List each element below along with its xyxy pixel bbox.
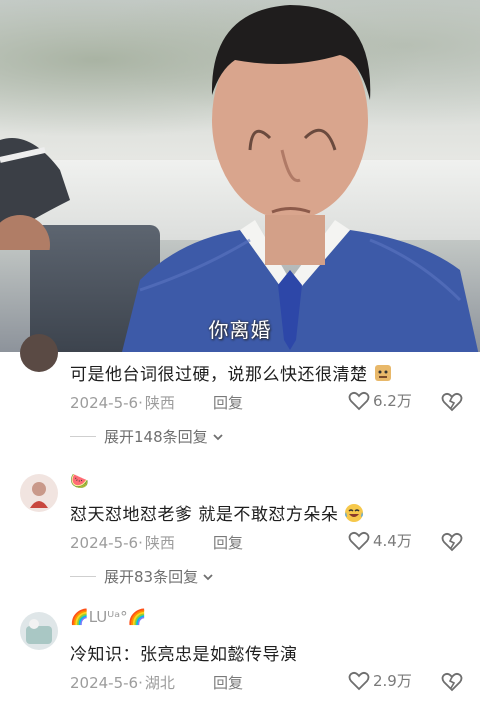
divider-line <box>70 436 96 437</box>
divider-line <box>70 576 96 577</box>
comment-location: 陕西 <box>144 394 175 412</box>
comment-date: 2024-5-6 <box>70 394 139 412</box>
expand-replies-button[interactable]: 展开83条回复 <box>70 566 215 587</box>
comment-item: 🌈LUᵁᵃ°🌈 冷知识：张亮忠是如懿传导演 2024-5-6· 湖北 回复 2.9… <box>0 608 480 704</box>
reply-button[interactable]: 回复 <box>213 532 243 553</box>
like-count: 6.2万 <box>373 392 412 410</box>
comment-text: 怼天怼地怼老爹 就是不敢怼方朵朵 <box>70 500 364 525</box>
cap-figure <box>0 138 70 250</box>
like-button[interactable]: 2.9万 <box>348 670 412 691</box>
chevron-down-icon <box>203 573 213 580</box>
video-subtitle: 你离婚 <box>208 318 272 342</box>
avatar[interactable] <box>20 474 58 512</box>
broken-heart-icon[interactable] <box>441 672 463 692</box>
comment-text: 可是他台词很过硬，说那么快还很清楚 <box>70 360 393 385</box>
comment-meta: 2024-5-6· 陕西 <box>70 394 175 412</box>
like-count: 2.9万 <box>373 672 412 690</box>
comment-meta: 2024-5-6· 陕西 <box>70 534 175 552</box>
video-frame[interactable]: 你离婚 <box>0 0 480 352</box>
heart-icon <box>348 671 370 690</box>
username-text: LUᵁᵃ° <box>88 608 128 626</box>
comment-text: 冷知识：张亮忠是如懿传导演 <box>70 645 298 665</box>
doge-emoji-icon <box>375 365 392 381</box>
avatar-illustration <box>26 619 52 644</box>
avatar-illustration <box>30 482 48 508</box>
comment-username[interactable]: 🌈LUᵁᵃ°🌈 <box>70 608 146 626</box>
expand-replies-button[interactable]: 展开148条回复 <box>70 426 225 447</box>
comment-item: 可是他台词很过硬，说那么快还很清楚 2024-5-6· 陕西 回复 6.2万 展开… <box>0 334 480 452</box>
like-button[interactable]: 6.2万 <box>348 390 412 411</box>
expand-replies-label: 展开83条回复 <box>104 568 199 586</box>
reply-button[interactable]: 回复 <box>213 392 243 413</box>
like-count: 4.4万 <box>373 532 412 550</box>
comment-location: 湖北 <box>144 674 175 692</box>
broken-heart-icon[interactable] <box>441 532 463 552</box>
chevron-down-icon <box>213 433 223 440</box>
heart-icon <box>348 391 370 410</box>
comment-username[interactable]: 🍉 <box>70 472 89 490</box>
heart-icon <box>348 531 370 550</box>
comment-date: 2024-5-6 <box>70 534 139 552</box>
comment-date: 2024-5-6 <box>70 674 139 692</box>
reply-button[interactable]: 回复 <box>213 672 243 693</box>
broken-heart-icon[interactable] <box>441 392 463 412</box>
like-button[interactable]: 4.4万 <box>348 530 412 551</box>
avatar[interactable] <box>20 612 58 650</box>
username-suffix: 🌈 <box>127 608 147 626</box>
comment-location: 陕西 <box>144 534 175 552</box>
comment-item: 🍉 怼天怼地怼老爹 就是不敢怼方朵朵 2024-5-6· 陕西 回复 4.4万 展… <box>0 468 480 588</box>
laugh-cry-emoji-icon <box>345 504 364 522</box>
comment-meta: 2024-5-6· 湖北 <box>70 674 175 692</box>
username-prefix: 🌈 <box>70 608 89 626</box>
expand-replies-label: 展开148条回复 <box>104 428 208 446</box>
avatar[interactable] <box>20 334 58 372</box>
actor-head <box>211 5 371 265</box>
